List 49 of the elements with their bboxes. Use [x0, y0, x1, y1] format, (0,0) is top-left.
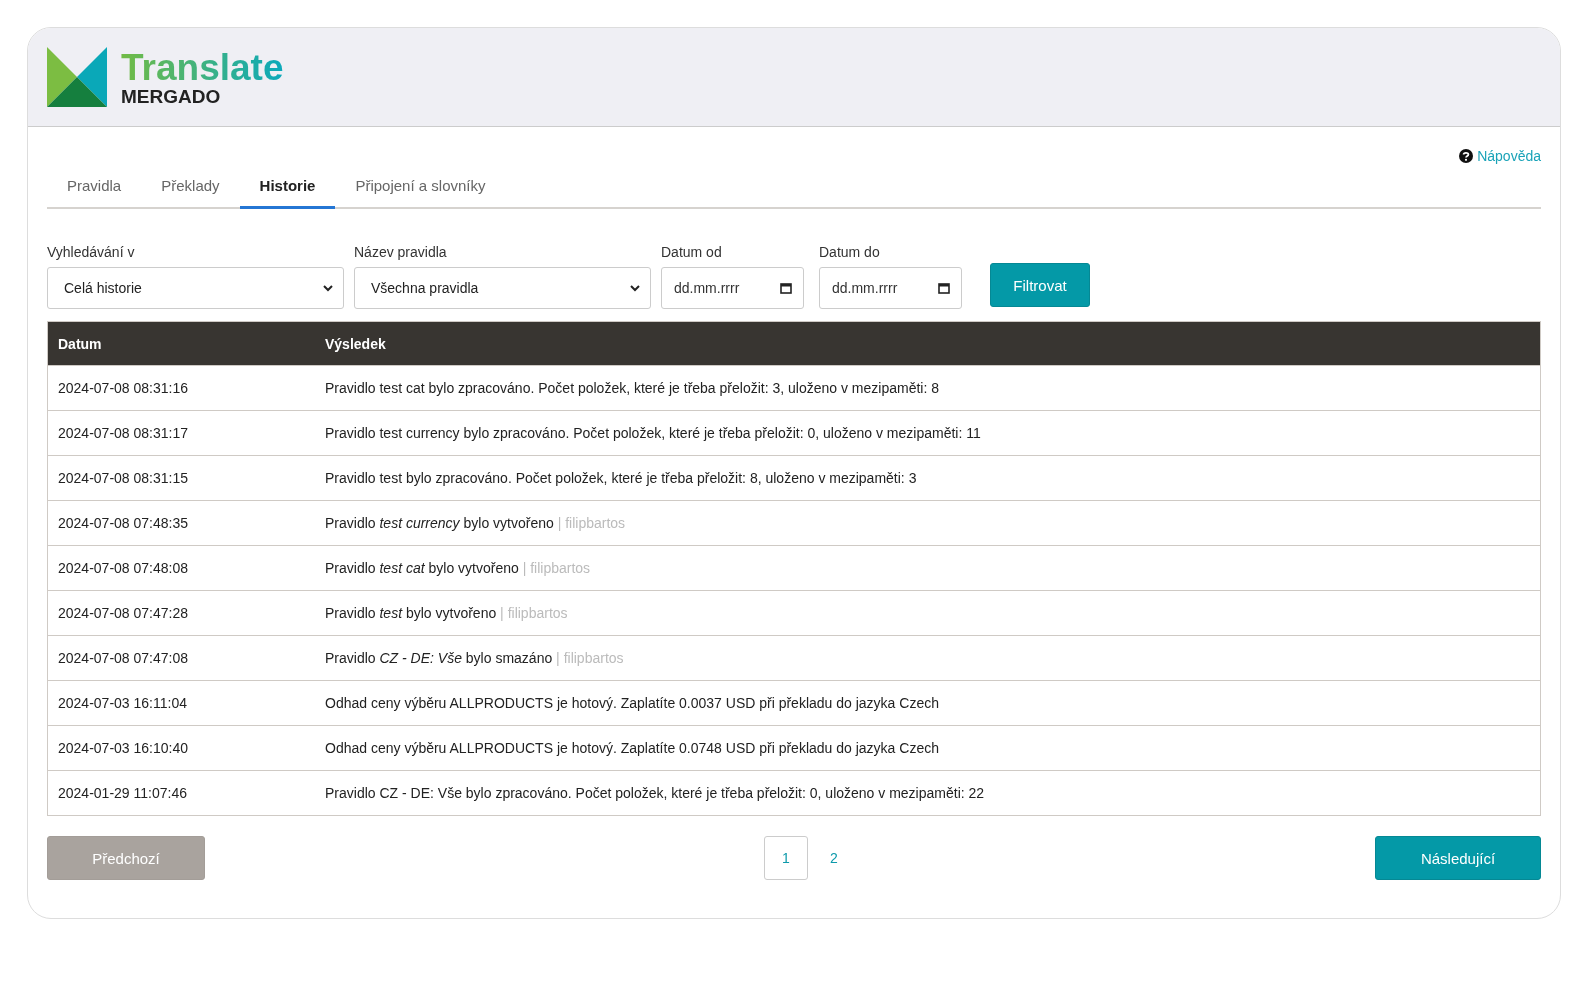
- table-cell: 2024-01-29 11:07:46: [47, 770, 315, 816]
- result-text: Pravidlo test currency bylo zpracováno. Počet položek, které je třeba přeložit: 0, uloženo v mezipaměti: 11: [325, 425, 981, 441]
- author-name: | filipbartos: [556, 650, 624, 666]
- result-text: Pravidlo test cat bylo vytvořeno: [325, 560, 519, 576]
- tab[interactable]: Pravidla: [47, 168, 142, 209]
- table-cell: 2024-07-03 16:11:04: [47, 680, 315, 726]
- table-cell: 2024-07-08 07:48:08: [47, 545, 315, 591]
- help-icon: [1459, 149, 1474, 163]
- tab[interactable]: Historie: [239, 168, 336, 209]
- filter-button[interactable]: Filtrovat: [990, 263, 1090, 307]
- field-label: Datum do: [819, 244, 881, 260]
- tab[interactable]: Překlady: [141, 168, 240, 209]
- result-text: Pravidlo test bylo zpracováno. Počet položek, které je třeba přeložit: 8, uloženo v mezipaměti: 3: [325, 470, 917, 486]
- logo-subtitle: MERGADO: [121, 86, 222, 106]
- author-name: | filipbartos: [522, 560, 591, 576]
- result-text: Odhad ceny výběru ALLPRODUCTS je hotový. Zaplatíte 0.0037 USD při překladu do jazyka Czech: [325, 695, 939, 711]
- chevron-down-icon: [323, 284, 333, 292]
- table-cell: 2024-07-08 08:31:16: [47, 365, 315, 411]
- tab[interactable]: Připojení a slovníky: [335, 168, 506, 209]
- field-label: Vyhledávání v: [47, 244, 136, 260]
- chevron-down-icon: [630, 284, 640, 292]
- date-field[interactable]: dd.mm.rrrr: [819, 267, 962, 309]
- result-text: Pravidlo CZ - DE: Vše bylo zpracováno. Počet položek, které je třeba přeložit: 0, uloženo v mezipaměti: 22: [325, 785, 985, 801]
- calendar-icon: [780, 282, 792, 294]
- table-cell: 2024-07-08 08:31:15: [47, 455, 315, 501]
- column-header: Výsledek: [315, 321, 1541, 366]
- result-text: Pravidlo test currency bylo vytvořeno: [325, 515, 554, 531]
- author-name: | filipbartos: [557, 515, 626, 531]
- table-cell: 2024-07-03 16:10:40: [47, 725, 315, 771]
- table-cell: 2024-07-08 07:47:08: [47, 635, 315, 681]
- page-button[interactable]: 1: [764, 836, 808, 880]
- author-name: | filipbartos: [500, 605, 568, 621]
- date-field[interactable]: dd.mm.rrrr: [661, 267, 804, 309]
- table-cell: 2024-07-08 07:47:28: [47, 590, 315, 636]
- logo-icon: [47, 47, 107, 107]
- help-link[interactable]: Nápověda: [1459, 146, 1541, 166]
- table-cell: 2024-07-08 08:31:17: [47, 410, 315, 456]
- dropdown-field[interactable]: Všechna pravidla: [354, 267, 651, 309]
- table-cell: 2024-07-08 07:48:35: [47, 500, 315, 546]
- result-text: Pravidlo CZ - DE: Vše bylo smazáno: [325, 650, 553, 666]
- result-text: Odhad ceny výběru ALLPRODUCTS je hotový. Zaplatíte 0.0748 USD při překladu do jazyka Czech: [325, 740, 939, 756]
- result-text: Pravidlo test bylo vytvořeno: [325, 605, 497, 621]
- next-button[interactable]: Následující: [1375, 836, 1541, 880]
- dropdown-field[interactable]: Celá historie: [47, 267, 344, 309]
- calendar-icon: [938, 282, 950, 294]
- field-label: Název pravidla: [354, 244, 448, 260]
- result-text: Pravidlo test cat bylo zpracováno. Počet položek, které je třeba přeložit: 3, uloženo v mezipaměti: 8: [325, 380, 939, 396]
- column-header: Datum: [47, 321, 315, 366]
- field-label: Datum od: [661, 244, 723, 260]
